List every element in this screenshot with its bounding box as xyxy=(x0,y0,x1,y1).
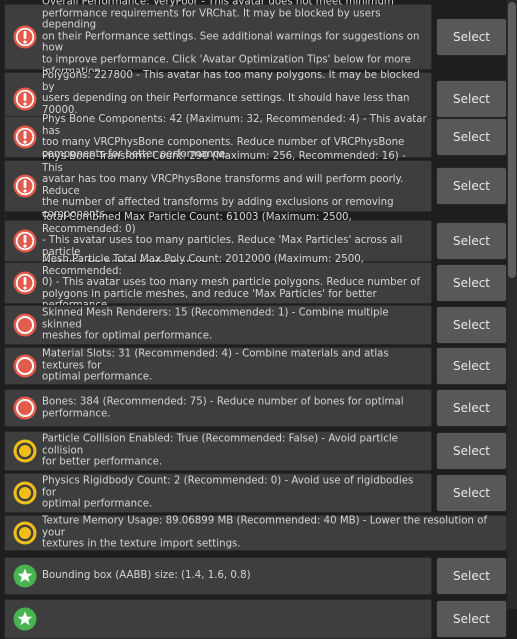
info-message-box xyxy=(4,599,432,639)
error-message-box: Bones: 384 (Recommended: 75) - Reduce nu… xyxy=(4,389,432,427)
message-text: Material Slots: 31 (Recommended: 4) - Co… xyxy=(42,348,389,383)
validation-item: Overall Performance: VeryPoor - This ava… xyxy=(0,0,507,77)
red-circle-icon xyxy=(13,354,37,378)
message-text: Overall Performance: VeryPoor - This ava… xyxy=(42,0,420,77)
validation-item: Bones: 384 (Recommended: 75) - Reduce nu… xyxy=(0,389,507,427)
validation-item: Material Slots: 31 (Recommended: 4) - Co… xyxy=(0,347,507,385)
validation-item: Phys Bone Transform Count: 290 (Maximum:… xyxy=(0,151,507,220)
scrollbar-thumb[interactable] xyxy=(508,2,516,278)
validation-item: Texture Memory Usage: 89.06899 MB (Recom… xyxy=(0,515,507,551)
error-message-box: Material Slots: 31 (Recommended: 4) - Co… xyxy=(4,347,432,385)
exclamation-icon xyxy=(13,271,37,295)
red-circle-icon xyxy=(13,313,37,337)
warning-message-box: Particle Collision Enabled: True (Recomm… xyxy=(4,431,432,471)
validation-item: Select xyxy=(0,599,507,639)
select-button[interactable]: Select xyxy=(436,600,507,638)
validation-item: Particle Collision Enabled: True (Recomm… xyxy=(0,431,507,471)
yellow-ring-icon xyxy=(13,439,37,463)
green-star-icon xyxy=(13,607,37,631)
message-text: Bones: 384 (Recommended: 75) - Reduce nu… xyxy=(42,396,404,419)
select-button[interactable]: Select xyxy=(436,347,507,385)
message-text: Texture Memory Usage: 89.06899 MB (Recom… xyxy=(42,515,488,550)
exclamation-icon xyxy=(13,25,37,49)
select-button[interactable]: Select xyxy=(436,389,507,427)
vertical-scrollbar[interactable] xyxy=(507,0,517,609)
message-text: Physics Rigidbody Count: 2 (Recommended:… xyxy=(42,475,414,510)
message-text: Skinned Mesh Renderers: 15 (Recommended:… xyxy=(42,307,389,342)
exclamation-icon xyxy=(13,174,37,198)
exclamation-icon xyxy=(13,125,37,149)
warning-message-box: Texture Memory Usage: 89.06899 MB (Recom… xyxy=(4,515,507,551)
message-text: Phys Bone Transform Count: 290 (Maximum:… xyxy=(42,151,406,221)
validation-item: Mesh Particle Total Max Poly Count: 2012… xyxy=(0,254,507,311)
exclamation-icon xyxy=(13,87,37,111)
warning-message-box: Physics Rigidbody Count: 2 (Recommended:… xyxy=(4,473,432,513)
red-circle-icon xyxy=(13,396,37,420)
select-button[interactable]: Select xyxy=(436,474,507,512)
message-text: Mesh Particle Total Max Poly Count: 2012… xyxy=(42,254,421,311)
select-button[interactable]: Select xyxy=(436,557,507,595)
validation-item: Skinned Mesh Renderers: 15 (Recommended:… xyxy=(0,305,507,345)
exclamation-icon xyxy=(13,229,37,253)
select-button[interactable]: Select xyxy=(436,264,507,302)
yellow-ring-icon xyxy=(13,481,37,505)
message-text: Particle Collision Enabled: True (Recomm… xyxy=(42,433,398,468)
error-message-box: Overall Performance: VeryPoor - This ava… xyxy=(4,0,432,77)
select-button[interactable]: Select xyxy=(436,222,507,260)
select-button[interactable]: Select xyxy=(436,18,507,56)
error-message-box: Mesh Particle Total Max Poly Count: 2012… xyxy=(4,254,432,311)
select-button[interactable]: Select xyxy=(436,118,507,156)
select-button[interactable]: Select xyxy=(436,432,507,470)
select-button[interactable]: Select xyxy=(436,80,507,118)
select-button[interactable]: Select xyxy=(436,306,507,344)
info-message-box: Bounding box (AABB) size: (1.4, 1.6, 0.8… xyxy=(4,557,432,595)
validation-item: Physics Rigidbody Count: 2 (Recommended:… xyxy=(0,473,507,513)
green-star-icon xyxy=(13,564,37,588)
error-message-box: Phys Bone Transform Count: 290 (Maximum:… xyxy=(4,151,432,220)
yellow-ring-icon xyxy=(13,521,37,545)
validation-item: Bounding box (AABB) size: (1.4, 1.6, 0.8… xyxy=(0,557,507,595)
select-button[interactable]: Select xyxy=(436,167,507,205)
error-message-box: Skinned Mesh Renderers: 15 (Recommended:… xyxy=(4,305,432,345)
message-text: Bounding box (AABB) size: (1.4, 1.6, 0.8… xyxy=(42,570,251,582)
